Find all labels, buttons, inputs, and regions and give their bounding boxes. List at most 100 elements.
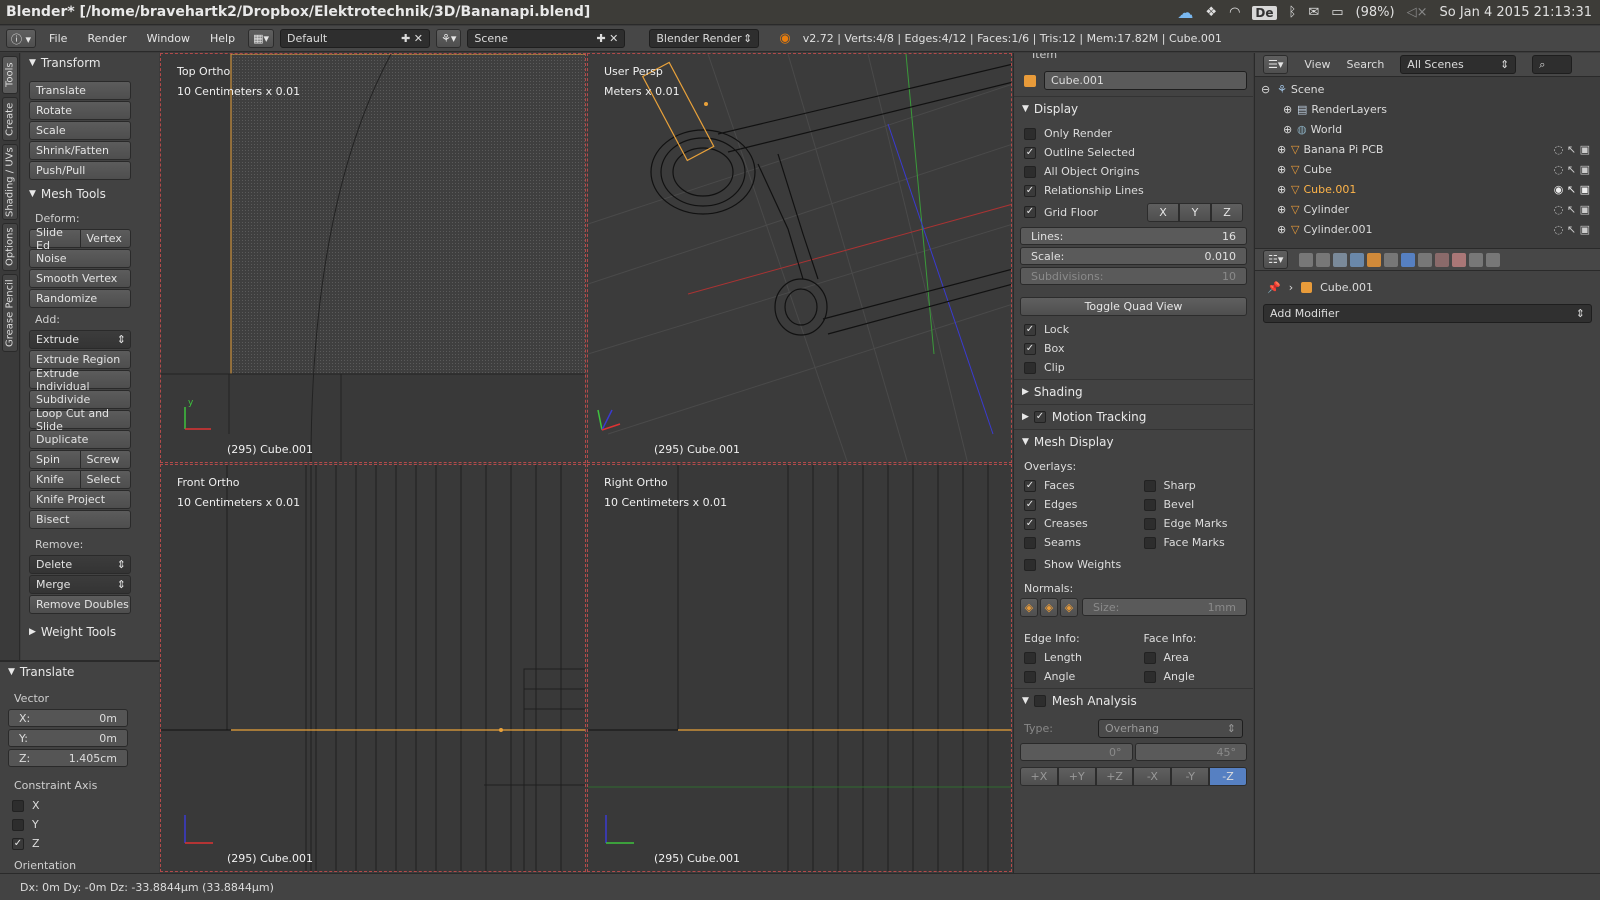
grid-floor-checkbox[interactable]: ✓ Grid Floor	[1024, 206, 1098, 219]
all-object-origins-checkbox[interactable]: All Object Origins	[1014, 162, 1253, 181]
layout-add-close-icon[interactable]: ✚ ✕	[401, 32, 423, 45]
constraints-tab-icon[interactable]	[1384, 252, 1399, 267]
expand-icon[interactable]: ⊕	[1277, 163, 1291, 176]
panel-translate-header[interactable]: ▼ Translate	[0, 662, 159, 682]
face-angle-checkbox[interactable]: Angle	[1134, 667, 1254, 686]
axis-pos-z-toggle[interactable]: +Z	[1095, 767, 1134, 786]
tab-create[interactable]: Create	[2, 97, 18, 141]
render-layers-tab-icon[interactable]	[1316, 252, 1331, 267]
checkbox-icon[interactable]	[1024, 651, 1036, 664]
checkbox-icon[interactable]	[1143, 536, 1156, 549]
edge-angle-checkbox[interactable]: Angle	[1014, 667, 1134, 686]
knife-project-button[interactable]: Knife Project	[29, 490, 131, 509]
noise-button[interactable]: Noise	[29, 249, 131, 268]
checkbox-icon[interactable]	[1024, 127, 1036, 140]
panel-mesh-display-header[interactable]: ▼ Mesh Display	[1014, 432, 1253, 452]
axis-pos-x-toggle[interactable]: +X	[1020, 767, 1058, 786]
grid-subdivisions-field[interactable]: Subdivisions: 10	[1020, 267, 1247, 285]
analysis-type-select[interactable]: Overhang ⇕	[1098, 719, 1243, 738]
extrude-dropdown[interactable]: Extrude ⇕	[29, 330, 131, 349]
slide-edge-button[interactable]: Slide Ed	[30, 226, 81, 252]
axis-pos-y-toggle[interactable]: +Y	[1057, 767, 1096, 786]
particles-tab-icon[interactable]	[1469, 252, 1484, 267]
scene-selector[interactable]: Scene ✚ ✕	[467, 29, 626, 48]
expand-icon[interactable]: ⊕	[1277, 223, 1291, 236]
checkbox-icon[interactable]	[1024, 536, 1036, 549]
analysis-min-field[interactable]: 0°	[1020, 743, 1133, 761]
checkmark-icon[interactable]: ✓	[1024, 342, 1036, 355]
restrict-icons[interactable]: ◌ ↖ ▣	[1554, 143, 1590, 156]
properties-editor-icon[interactable]: ☷▾	[1263, 250, 1289, 269]
outliner-search-menu[interactable]: Search	[1347, 58, 1385, 71]
outliner-display-mode-select[interactable]: All Scenes ⇕	[1400, 55, 1517, 74]
merge-dropdown[interactable]: Merge ⇕	[29, 575, 131, 594]
panel-weight-tools-header[interactable]: ▶ Weight Tools	[21, 622, 159, 642]
outliner-search-icon[interactable]: ⌕	[1532, 55, 1573, 74]
object-tab-icon[interactable]	[1367, 252, 1382, 267]
outliner-item-cylinder[interactable]: ⊕ ▽ Cylinder ◌ ↖ ▣	[1255, 199, 1600, 219]
show-weights-checkbox[interactable]: Show Weights	[1014, 552, 1253, 574]
checkmark-icon[interactable]: ✓	[12, 837, 24, 850]
checkmark-icon[interactable]: ✓	[1024, 323, 1036, 336]
layout-selector[interactable]: Default ✚ ✕	[280, 29, 430, 48]
bisect-button[interactable]: Bisect	[29, 510, 131, 529]
normal-size-field[interactable]: Size: 1mm	[1082, 598, 1247, 616]
axis-neg-z-toggle[interactable]: -Z	[1209, 767, 1247, 786]
render-tab-icon[interactable]	[1299, 252, 1314, 267]
volume-icon[interactable]: ◁×	[1407, 5, 1428, 20]
menu-file[interactable]: File	[42, 32, 74, 45]
duplicate-button[interactable]: Duplicate	[29, 430, 131, 449]
tab-tools[interactable]: Tools	[2, 56, 18, 94]
collapse-icon[interactable]: ⊖	[1261, 83, 1277, 96]
sharp-checkbox[interactable]: Sharp	[1134, 476, 1254, 495]
translate-button[interactable]: Translate	[29, 81, 131, 100]
checkbox-icon[interactable]	[1024, 361, 1036, 374]
viewport-top-ortho[interactable]: y Top Ortho 10 Centimeters x 0.01 (295) C…	[160, 53, 586, 463]
checkbox-icon[interactable]	[1033, 695, 1046, 707]
restrict-icons[interactable]: ◌ ↖ ▣	[1554, 223, 1590, 236]
vector-x-field[interactable]: X: 0m	[8, 709, 128, 727]
restrict-icons[interactable]: ◌ ↖ ▣	[1554, 163, 1590, 176]
outliner-item-scene[interactable]: ⊖ ⚘ Scene	[1255, 79, 1600, 99]
panel-motion-tracking-header[interactable]: ▶ ✓ Motion Tracking	[1014, 407, 1253, 427]
data-tab-icon[interactable]	[1418, 252, 1433, 267]
grid-axis-x-toggle[interactable]: X	[1147, 203, 1179, 222]
grid-axis-z-toggle[interactable]: Z	[1211, 203, 1243, 222]
bluetooth-icon[interactable]: ᛒ	[1289, 5, 1297, 20]
faces-checkbox[interactable]: ✓ Faces	[1014, 476, 1134, 495]
constraint-y-checkbox[interactable]: Y	[0, 815, 159, 834]
smooth-vertex-button[interactable]: Smooth Vertex	[29, 269, 131, 288]
checkbox-icon[interactable]	[12, 818, 24, 831]
menu-window[interactable]: Window	[140, 32, 197, 45]
push-pull-button[interactable]: Push/Pull	[29, 161, 131, 180]
constraint-x-checkbox[interactable]: X	[0, 796, 159, 815]
clock[interactable]: So Jan 4 2015 21:13:31	[1439, 5, 1592, 20]
lock-checkbox[interactable]: ✓ Lock	[1014, 320, 1253, 339]
tab-options[interactable]: Options	[2, 223, 18, 271]
panel-mesh-analysis-header[interactable]: ▼ Mesh Analysis	[1014, 691, 1253, 711]
restrict-icons[interactable]: ◉ ↖ ▣	[1554, 183, 1590, 196]
world-tab-icon[interactable]	[1350, 252, 1365, 267]
outliner-item-world[interactable]: ⊕ ◍ World	[1255, 119, 1600, 139]
knife-button[interactable]: Knife	[30, 471, 81, 488]
screen-layout-icon[interactable]: ▦▾	[248, 29, 274, 48]
outliner-view-menu[interactable]: View	[1304, 58, 1330, 71]
add-modifier-dropdown[interactable]: Add Modifier ⇕	[1263, 304, 1592, 323]
grid-axis-y-toggle[interactable]: Y	[1179, 203, 1211, 222]
axis-neg-x-toggle[interactable]: -X	[1133, 767, 1172, 786]
checkmark-icon[interactable]: ✓	[1024, 498, 1036, 511]
checkbox-icon[interactable]	[1143, 498, 1156, 511]
panel-shading-header[interactable]: ▶ Shading	[1014, 382, 1253, 402]
extrude-individual-button[interactable]: Extrude Individual	[29, 367, 131, 393]
texture-tab-icon[interactable]	[1452, 252, 1467, 267]
menu-render[interactable]: Render	[80, 32, 133, 45]
remove-doubles-button[interactable]: Remove Doubles	[29, 595, 131, 614]
face-normals-icon[interactable]: ◈	[1060, 598, 1078, 617]
outliner-item-renderlayers[interactable]: ⊕ ▤ RenderLayers	[1255, 99, 1600, 119]
outliner-item-banana-pi-pcb[interactable]: ⊕ ▽ Banana Pi PCB ◌ ↖ ▣	[1255, 139, 1600, 159]
screw-button[interactable]: Screw	[81, 451, 131, 468]
expand-icon[interactable]: ⊕	[1283, 103, 1297, 116]
battery-icon[interactable]: ▭	[1331, 5, 1343, 20]
panel-transform-header[interactable]: ▼ Transform	[21, 53, 159, 73]
vector-y-field[interactable]: Y: 0m	[8, 729, 128, 747]
